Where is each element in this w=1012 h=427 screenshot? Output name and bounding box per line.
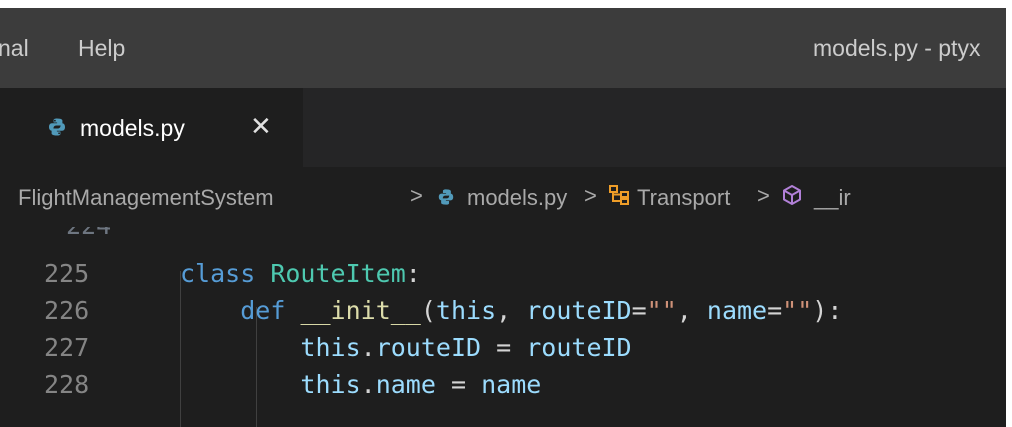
tab-label: models.py bbox=[80, 115, 185, 141]
code-text: this.name = name bbox=[300, 370, 542, 399]
breadcrumb: FlightManagementSystem > models.py > Tra… bbox=[0, 167, 1006, 227]
breadcrumb-separator: > bbox=[584, 183, 597, 208]
vscode-window: nal Help models.py - ptyx models.py ✕ Fl… bbox=[0, 8, 1006, 427]
breadcrumb-separator: > bbox=[410, 183, 423, 208]
code-text: class RouteItem: bbox=[180, 259, 421, 288]
menu-help[interactable]: Help bbox=[78, 35, 125, 62]
close-icon[interactable]: ✕ bbox=[250, 111, 272, 142]
line-number: 225 bbox=[44, 259, 90, 288]
menu-terminal[interactable]: nal bbox=[0, 35, 29, 62]
partial-line-number: 224 bbox=[66, 227, 111, 237]
breadcrumb-file[interactable]: models.py bbox=[467, 185, 567, 211]
method-icon bbox=[781, 184, 803, 212]
python-icon bbox=[47, 116, 67, 143]
line-number: 226 bbox=[44, 296, 90, 325]
screen: nal Help models.py - ptyx models.py ✕ Fl… bbox=[0, 0, 1012, 427]
code-text: this.routeID = routeID bbox=[300, 333, 632, 362]
code-editor[interactable]: 224 225 class RouteItem: 226 def __init_… bbox=[0, 227, 1006, 427]
editor-tab-bar: models.py ✕ bbox=[0, 88, 1006, 167]
code-line: 228 this.name = name bbox=[0, 370, 1006, 406]
breadcrumb-separator: > bbox=[757, 183, 770, 208]
code-line: 225 class RouteItem: bbox=[0, 259, 1006, 295]
class-icon bbox=[608, 184, 630, 212]
title-menu-bar: nal Help models.py - ptyx bbox=[0, 8, 1006, 88]
breadcrumb-class[interactable]: Transport bbox=[637, 185, 730, 211]
python-icon bbox=[437, 186, 455, 212]
tab-models-py[interactable]: models.py ✕ bbox=[0, 88, 303, 167]
code-line: 227 this.routeID = routeID bbox=[0, 333, 1006, 369]
line-number: 228 bbox=[44, 370, 90, 399]
breadcrumb-folder[interactable]: FlightManagementSystem bbox=[18, 185, 274, 211]
line-number: 227 bbox=[44, 333, 90, 362]
code-text: def __init__(this, routeID="", name=""): bbox=[240, 296, 843, 325]
code-line: 226 def __init__(this, routeID="", name=… bbox=[0, 296, 1006, 332]
window-title: models.py - ptyx bbox=[813, 35, 981, 61]
breadcrumb-method[interactable]: __ir bbox=[814, 185, 851, 211]
